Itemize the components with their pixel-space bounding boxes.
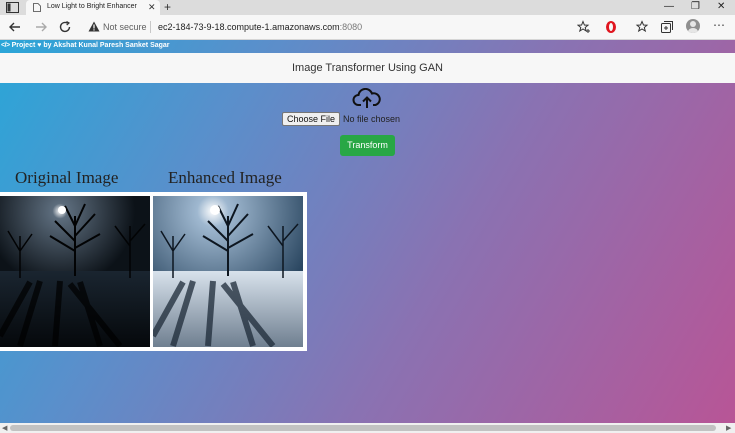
warning-icon[interactable] — [88, 21, 100, 34]
url-port: :8080 — [339, 22, 363, 32]
tab-low-light[interactable]: Low Light to Bright Enhancer ✕ — [26, 0, 160, 15]
sidebar-toggle-icon[interactable] — [6, 2, 19, 13]
url-host: ec2-184-73-9-18.compute-1.amazonaws.com — [158, 22, 340, 32]
enhanced-image — [153, 196, 303, 347]
scroll-left-icon[interactable]: ◀ — [2, 424, 7, 432]
collections-icon[interactable] — [660, 20, 674, 34]
original-image — [0, 196, 150, 347]
no-file-label: No file chosen — [343, 114, 401, 124]
refresh-icon[interactable] — [58, 20, 72, 34]
upload-cloud-icon — [352, 87, 382, 110]
horizontal-scrollbar[interactable]: ◀ ▶ — [0, 423, 735, 433]
minimize-button[interactable]: — — [664, 1, 674, 13]
address-bar[interactable]: Not secure ec2-184-73-9-18.compute-1.ama… — [82, 18, 602, 36]
code-icon: </> — [1, 42, 10, 49]
tab-strip: Low Light to Bright Enhancer ✕ + — ❐ ✕ — [0, 0, 735, 15]
forward-icon[interactable] — [34, 20, 48, 34]
not-secure-label[interactable]: Not secure — [103, 22, 147, 32]
new-tab-button[interactable]: + — [164, 0, 171, 14]
page-viewport: </> Project ♥ by Akshat Kunal Paresh San… — [0, 40, 735, 423]
file-input[interactable]: Choose File No file chosen — [282, 112, 400, 126]
close-window-button[interactable]: ✕ — [717, 1, 725, 13]
image-frame — [0, 192, 307, 351]
address-separator — [150, 21, 151, 33]
scroll-right-icon[interactable]: ▶ — [726, 424, 731, 432]
credit-bar: </> Project ♥ by Akshat Kunal Paresh San… — [0, 40, 735, 53]
maximize-button[interactable]: ❐ — [691, 1, 700, 13]
credit-text: Project — [9, 42, 38, 49]
favorites-add-icon[interactable] — [577, 20, 591, 34]
favorites-icon[interactable] — [635, 20, 649, 34]
page-title: Image Transformer Using GAN — [292, 62, 443, 74]
profile-icon[interactable] — [686, 19, 700, 33]
credit-authors: by Akshat Kunal Paresh Sanket Sagar — [41, 42, 170, 49]
enhanced-image-heading: Enhanced Image — [168, 168, 282, 187]
toolbar: Not secure ec2-184-73-9-18.compute-1.ama… — [0, 15, 735, 40]
url-text[interactable]: ec2-184-73-9-18.compute-1.amazonaws.com:… — [158, 22, 362, 32]
original-image-heading: Original Image — [15, 168, 119, 187]
scrollbar-thumb[interactable] — [10, 425, 716, 431]
page-header: Image Transformer Using GAN — [0, 53, 735, 83]
tab-title: Low Light to Bright Enhancer — [47, 3, 137, 10]
transform-button[interactable]: Transform — [340, 135, 395, 156]
opera-icon[interactable] — [604, 20, 618, 34]
more-icon[interactable]: ⋯ — [713, 18, 727, 32]
choose-file-button[interactable]: Choose File — [282, 112, 341, 126]
back-icon[interactable] — [8, 20, 22, 34]
close-tab-icon[interactable]: ✕ — [148, 2, 156, 12]
page-icon — [33, 3, 41, 14]
